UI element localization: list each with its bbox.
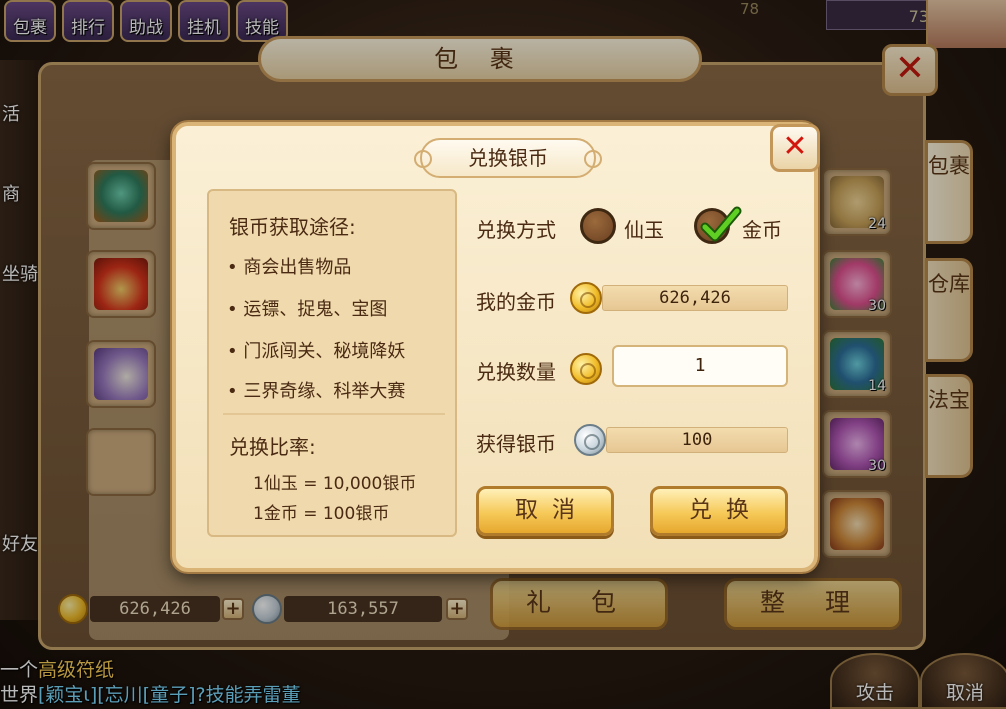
- rate-heading: 兑换比率:: [229, 435, 316, 459]
- gold-radio-checked[interactable]: [694, 206, 742, 244]
- info-item: • 门派闯关、秘境降妖: [227, 341, 406, 362]
- exchange-dialog: 兑换银币 ✕ 银币获取途径: • 商会出售物品 • 运镖、捉鬼、宝图 • 门派闯…: [172, 122, 820, 572]
- my-gold-value: 626,426: [602, 285, 788, 311]
- info-item: • 商会出售物品: [227, 257, 352, 278]
- amount-label: 兑换数量: [476, 360, 556, 384]
- rate-line-xianyu: 1仙玉 = 10,000银币: [253, 474, 417, 494]
- xianyu-option-label[interactable]: 仙玉: [624, 214, 664, 243]
- exchange-button[interactable]: 兑换: [650, 486, 788, 536]
- get-silver-value: 100: [606, 427, 788, 453]
- method-label: 兑换方式: [476, 218, 556, 242]
- silver-coin-icon: [574, 424, 606, 456]
- gold-option-label[interactable]: 金币: [742, 214, 782, 243]
- gold-coin-icon: [570, 282, 602, 314]
- my-gold-label: 我的金币: [476, 290, 556, 314]
- dialog-title: 兑换银币: [414, 138, 602, 178]
- close-icon: ✕: [782, 129, 808, 164]
- checkmark-icon: [700, 206, 742, 242]
- silver-source-info: 银币获取途径: • 商会出售物品 • 运镖、捉鬼、宝图 • 门派闯关、秘境降妖 …: [207, 189, 457, 537]
- gold-coin-icon: [570, 353, 602, 385]
- dialog-close-button[interactable]: ✕: [770, 124, 820, 172]
- get-silver-label: 获得银币: [476, 432, 556, 456]
- info-divider: [223, 413, 445, 415]
- info-item: • 三界奇缘、科举大赛: [227, 381, 406, 402]
- cancel-button[interactable]: 取消: [476, 486, 614, 536]
- xianyu-radio[interactable]: [580, 208, 616, 244]
- info-heading: 银币获取途径:: [229, 215, 356, 239]
- exchange-amount-input[interactable]: 1: [612, 345, 788, 387]
- info-item: • 运镖、捉鬼、宝图: [227, 299, 388, 320]
- rate-line-gold: 1金币 = 100银币: [253, 504, 390, 524]
